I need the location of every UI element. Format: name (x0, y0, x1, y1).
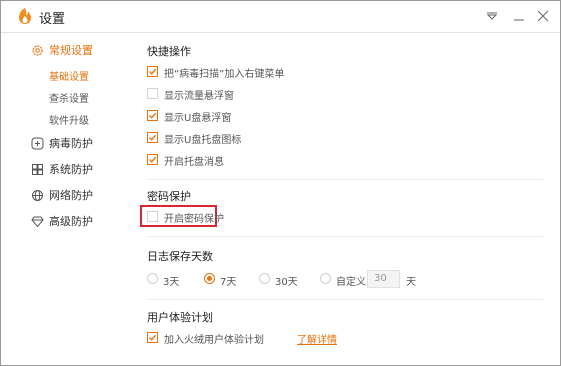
radio-custom[interactable] (320, 273, 331, 284)
globe-icon (32, 190, 43, 201)
section-title-password: 密码保护 (147, 190, 191, 203)
option-ux-plan[interactable]: 加入火绒用户体验计划 了解详情 (147, 330, 447, 346)
section-title-ux-plan: 用户体验计划 (147, 311, 213, 324)
diamond-icon (31, 216, 44, 228)
sidebar-subitem-basic[interactable]: 基础设置 (49, 68, 89, 83)
sidebar: 常规设置 基础设置 查杀设置 软件升级 病毒防护 系统防护 网络防护 高级防护 (1, 33, 121, 351)
dropdown-menu-icon[interactable] (482, 6, 502, 26)
option-label: 开启托盘消息 (164, 157, 224, 168)
radio-30-days[interactable] (259, 273, 270, 284)
window-title: 设置 (39, 12, 66, 27)
radio-3-days[interactable] (147, 273, 158, 284)
sidebar-item-label: 病毒防护 (49, 137, 93, 150)
sidebar-subitem-scan[interactable]: 查杀设置 (49, 90, 89, 105)
option-label: 显示流量悬浮窗 (164, 91, 234, 102)
plus-square-icon (31, 137, 44, 150)
section-divider (147, 299, 543, 300)
radio-7-days[interactable] (204, 273, 215, 284)
section-divider (147, 236, 543, 237)
check-icon (149, 334, 157, 341)
sidebar-item-label: 系统防护 (49, 163, 93, 176)
checkbox-unchecked[interactable] (147, 88, 158, 99)
close-icon[interactable] (533, 6, 553, 26)
checkbox-checked[interactable] (147, 154, 158, 165)
title-bar: 设置 (1, 1, 560, 33)
option-label: 加入火绒用户体验计划 (164, 335, 264, 346)
radio-label: 3天 (163, 277, 180, 288)
settings-content: 快捷操作 把“病毒扫描”加入右键菜单 显示流量悬浮窗 显示U盘悬浮窗 显示U盘托… (122, 33, 560, 353)
option-label: 把“病毒扫描”加入右键菜单 (164, 69, 285, 80)
learn-more-link[interactable]: 了解详情 (297, 331, 337, 346)
app-logo-icon (19, 8, 31, 24)
option-label: 显示U盘悬浮窗 (164, 113, 232, 124)
check-icon (149, 68, 157, 75)
checkbox-checked[interactable] (147, 110, 158, 121)
minimize-icon[interactable] (509, 6, 529, 26)
section-divider (147, 179, 543, 180)
settings-window: 设置 常规设置 基础设置 查杀设置 软件升级 病毒防护 系统防护 网络防护 高级… (0, 0, 561, 366)
check-icon (149, 112, 157, 119)
windows-icon (32, 164, 43, 175)
sidebar-subitem-upgrade[interactable]: 软件升级 (49, 112, 89, 127)
radio-label: 30天 (275, 277, 298, 288)
checkbox-checked[interactable] (147, 332, 158, 343)
sidebar-item-label: 高级防护 (49, 215, 93, 228)
radio-label: 7天 (220, 277, 237, 288)
section-title-log-days: 日志保存天数 (147, 250, 213, 263)
checkbox-checked[interactable] (147, 66, 158, 77)
sidebar-item-label: 常规设置 (49, 44, 93, 57)
log-days-options: 3天 7天 30天 自定义 30 天 (147, 270, 547, 288)
gear-icon (32, 45, 43, 56)
checkbox-unchecked[interactable] (147, 211, 158, 222)
custom-days-input[interactable]: 30 (367, 270, 400, 288)
sidebar-item-label: 网络防护 (49, 189, 93, 202)
checkbox-checked[interactable] (147, 132, 158, 143)
check-icon (149, 156, 157, 163)
days-unit-label: 天 (406, 277, 416, 288)
check-icon (149, 134, 157, 141)
option-label: 显示U盘托盘图标 (164, 135, 242, 146)
section-title-shortcuts: 快捷操作 (147, 45, 191, 58)
option-label: 开启密码保护 (164, 214, 224, 225)
radio-label: 自定义 (336, 277, 366, 288)
